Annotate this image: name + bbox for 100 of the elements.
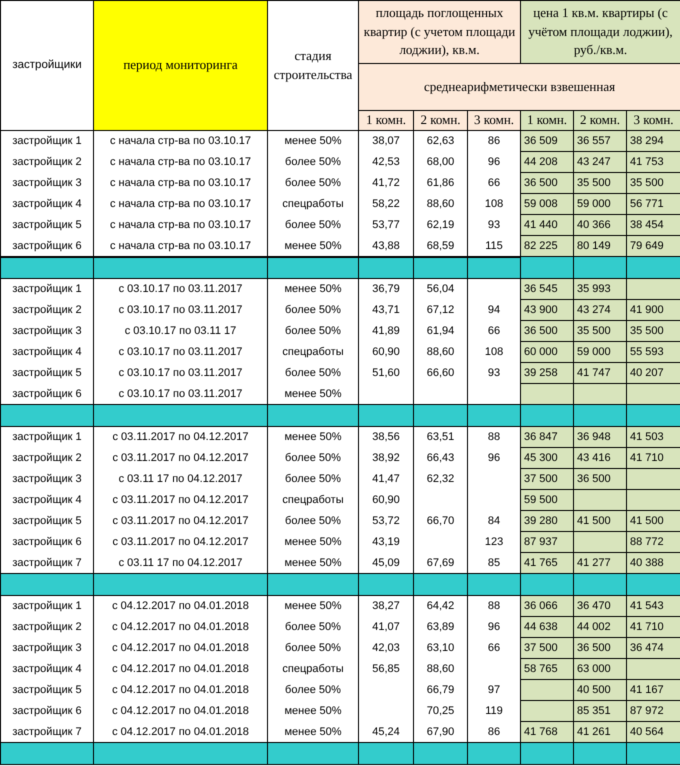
table-cell: с начала стр-ва по 03.10.17 — [110, 198, 252, 210]
table-cell: 85 351 — [577, 705, 611, 717]
table-cell: 41 765 — [524, 557, 558, 569]
table-cell: 36 500 — [524, 325, 558, 337]
table-cell: застройщик 7 — [12, 556, 82, 569]
table-cell: застройщик 2 — [12, 156, 82, 168]
table-cell: 59 000 — [577, 198, 611, 210]
table-cell: застройщик 3 — [12, 642, 82, 654]
table-cell: 86 — [488, 726, 500, 738]
table-cell: 35 500 — [630, 325, 664, 337]
table-cell: 41,89 — [372, 325, 400, 337]
table-cell: застройщик 5 — [12, 515, 82, 527]
table-cell: 41 440 — [524, 219, 558, 231]
table-cell: 53,72 — [372, 515, 400, 527]
table-cell: 38 454 — [630, 219, 664, 231]
table-cell: 42,03 — [372, 642, 400, 654]
table-cell: застройщик 1 — [12, 600, 82, 612]
table-cell: 44 002 — [577, 621, 611, 633]
table-cell: 88,60 — [426, 663, 454, 675]
table-cell: застройщик 6 — [12, 536, 82, 548]
table-cell: 97 — [488, 684, 500, 696]
table-cell: 36,79 — [372, 283, 400, 296]
table-cell: 63 000 — [577, 663, 611, 675]
table-cell: 66 — [488, 325, 500, 337]
table-cell: 60,90 — [372, 494, 400, 506]
table-cell: 40 500 — [577, 684, 611, 696]
table-cell: более 50% — [285, 452, 341, 464]
table-cell: 43 416 — [577, 452, 611, 464]
table-cell: застройщик 4 — [12, 494, 82, 506]
table-cell: 66,43 — [426, 452, 454, 464]
table-cell: с 03.10.17 по 03.11.2017 — [118, 346, 242, 358]
table-cell: 41,07 — [372, 621, 400, 633]
table-cell: с 03.11.2017 по 04.12.2017 — [112, 494, 249, 506]
table-cell: 41 277 — [577, 557, 611, 569]
table-cell: 40 564 — [630, 726, 664, 738]
table-cell: 80 149 — [577, 240, 611, 252]
table-cell: 115 — [485, 240, 503, 252]
column-header: период мониторинга — [94, 0, 268, 130]
table-cell: с 03.11.2017 по 04.12.2017 — [112, 452, 249, 464]
table-cell: 41 500 — [630, 515, 664, 527]
table-cell: 36 470 — [577, 600, 611, 612]
table-cell: 59 008 — [524, 198, 558, 210]
table-cell: 45,09 — [372, 556, 400, 569]
table-cell: с 03.11 17 по 04.12.2017 — [118, 556, 242, 569]
table-cell: менее 50% — [284, 705, 342, 717]
table-cell: 43,19 — [372, 536, 400, 548]
table-cell: 108 — [484, 198, 504, 210]
table-cell: 35 500 — [577, 177, 611, 189]
table-cell: 108 — [484, 346, 504, 358]
table-cell: 39 280 — [524, 515, 558, 527]
table-cell: 88 — [488, 600, 500, 612]
table-cell: 41 167 — [630, 684, 664, 696]
table-cell: 70,25 — [426, 705, 454, 717]
table-cell: более 50% — [285, 304, 341, 316]
table-cell: с 04.12.2017 по 04.01.2018 — [112, 621, 249, 633]
table-cell: 41,47 — [372, 473, 400, 485]
table-cell: 96 — [488, 156, 500, 168]
table-cell: с 04.12.2017 по 04.01.2018 — [112, 705, 249, 717]
table-cell: 35 500 — [577, 325, 611, 337]
table-cell: 123 — [484, 536, 504, 548]
table-cell: с 04.12.2017 по 04.01.2018 — [112, 684, 249, 696]
table-cell: 38,56 — [372, 431, 400, 444]
table-cell: 68,59 — [426, 240, 454, 252]
table-cell: более 50% — [285, 219, 341, 231]
table-cell: 43 247 — [577, 156, 611, 168]
table-cell: застройщик 4 — [12, 663, 82, 675]
table-cell: 43,71 — [372, 304, 400, 316]
table-cell: 45,24 — [372, 726, 400, 738]
table-cell: 96 — [488, 621, 500, 633]
table-cell: 58,22 — [372, 198, 400, 210]
table-cell: 40 366 — [577, 219, 611, 231]
table-cell: застройщик 3 — [12, 177, 82, 189]
table-cell: 38,07 — [372, 135, 400, 148]
table-cell: 36 500 — [577, 642, 611, 654]
table-cell: с 04.12.2017 по 04.01.2018 — [112, 726, 249, 738]
table-cell: 59 500 — [524, 494, 558, 506]
table-cell: 36 066 — [524, 600, 558, 612]
column-header: 2 комн. — [574, 110, 627, 130]
table-cell: 38,27 — [372, 600, 400, 612]
table-cell: 85 — [488, 556, 500, 569]
table-cell: застройщик 3 — [12, 325, 82, 337]
table-cell: 62,63 — [426, 135, 454, 148]
table-cell: 43 900 — [524, 304, 558, 316]
table-cell: спецработы — [282, 494, 344, 506]
table-cell: 67,90 — [426, 726, 454, 738]
table-cell: 37 500 — [524, 473, 558, 485]
table-cell: 36 500 — [577, 473, 611, 485]
table-cell: 63,51 — [426, 431, 454, 444]
table-cell: 96 — [488, 452, 500, 464]
table-cell: с 03.10.17 по 03.11.2017 — [118, 304, 242, 316]
table-cell: 87 937 — [524, 536, 558, 548]
table-cell: 41 753 — [630, 156, 664, 168]
table-cell: с 03.10.17 по 03.11 17 — [124, 325, 236, 337]
table-cell: застройщик 5 — [12, 684, 82, 696]
table-cell: 41 747 — [577, 367, 611, 379]
table-cell: с 03.11 17 по 04.12.2017 — [118, 473, 242, 485]
table-cell: более 50% — [285, 642, 341, 654]
table-cell: 62,19 — [426, 219, 454, 231]
table-cell: застройщик 6 — [12, 240, 82, 252]
table-cell: 56 771 — [630, 198, 664, 210]
